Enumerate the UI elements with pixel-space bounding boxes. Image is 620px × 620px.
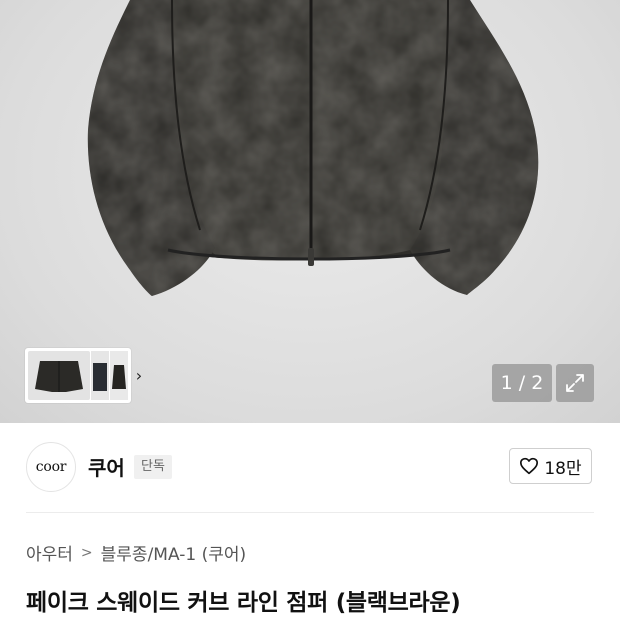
brand-logo-text: coor [35, 459, 67, 475]
product-image-gallery[interactable]: › 1 / 2 [0, 0, 620, 423]
like-count: 18만 [544, 458, 582, 479]
breadcrumb-item-outer[interactable]: 아우터 [26, 540, 73, 565]
brand-logo[interactable]: coor [26, 442, 76, 492]
product-title: 페이크 스웨이드 커브 라인 점퍼 (블랙브라운) [26, 590, 461, 616]
thumbnail-side[interactable] [110, 351, 128, 400]
breadcrumb: 아우터 > 블루종/MA-1 (쿠어) [26, 540, 246, 566]
expand-button[interactable] [556, 364, 594, 402]
thumbnail-back[interactable] [91, 351, 109, 400]
thumbnail-front[interactable] [28, 351, 90, 400]
expand-icon [566, 374, 584, 392]
chevron-right-icon: > [80, 544, 93, 561]
breadcrumb-item-category[interactable]: 블루종/MA-1 (쿠어) [101, 540, 246, 565]
heart-outline-icon [520, 457, 539, 475]
exclusive-badge: 단독 [134, 455, 172, 479]
chevron-right-icon[interactable]: › [129, 366, 149, 386]
thumbnail-strip[interactable]: › [25, 348, 142, 403]
divider [26, 512, 594, 513]
like-button[interactable]: 18만 [509, 448, 592, 484]
brand-name[interactable]: 쿠어 [88, 452, 125, 481]
image-pager: 1 / 2 [492, 364, 552, 402]
